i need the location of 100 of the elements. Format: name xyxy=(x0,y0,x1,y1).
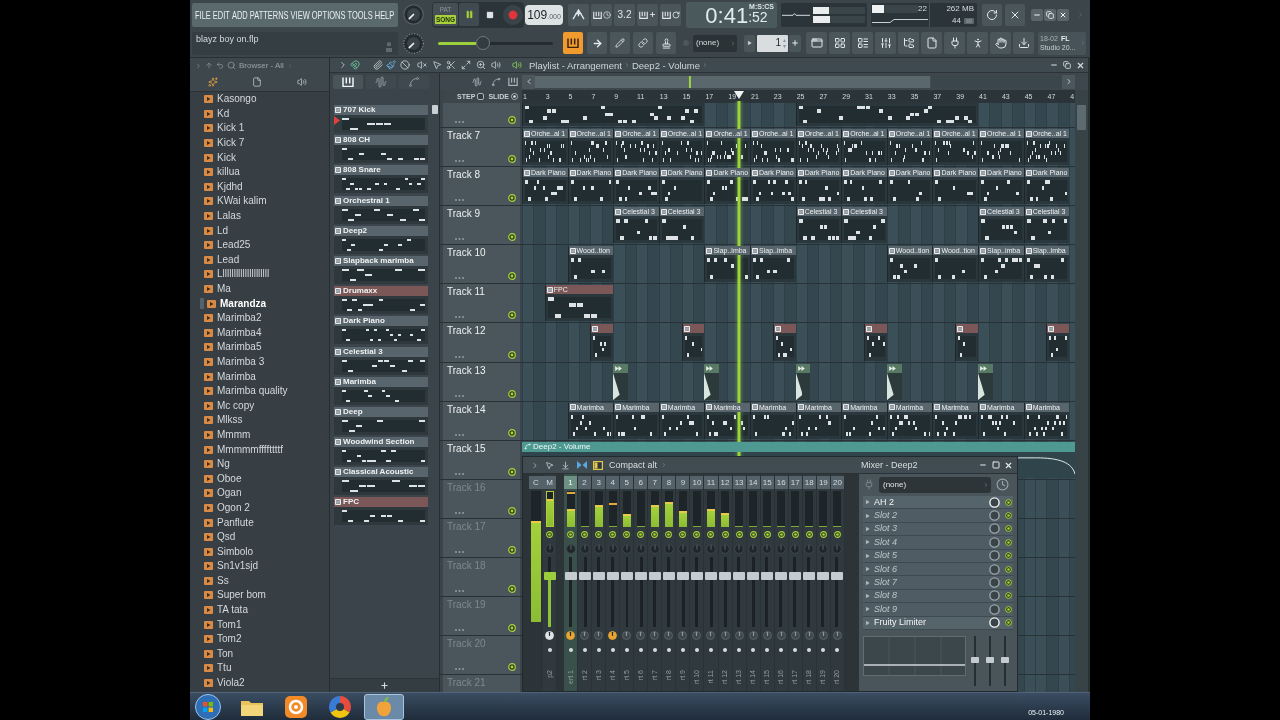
fader-thumb[interactable] xyxy=(803,571,816,580)
track-toggle[interactable] xyxy=(508,428,516,437)
speaker-icon[interactable] xyxy=(491,60,501,70)
browser-item[interactable]: Ng xyxy=(190,456,329,472)
pattern-item[interactable]: Orchestral 1 xyxy=(334,195,428,224)
browser-item[interactable]: Llllllllllllllllllllll xyxy=(190,267,329,282)
person-button[interactable] xyxy=(967,32,988,55)
send-knob[interactable] xyxy=(608,630,618,640)
slot-toggle[interactable] xyxy=(1005,605,1012,613)
pattern-clip[interactable] xyxy=(955,324,979,361)
track-header[interactable]: Track 12 xyxy=(443,323,520,362)
audio-clip[interactable] xyxy=(704,363,720,400)
sparkle-icon[interactable] xyxy=(208,77,218,87)
mute-toggle[interactable] xyxy=(651,530,659,538)
pitch-knob[interactable] xyxy=(403,4,424,26)
browser-item[interactable]: Lead25 xyxy=(190,237,329,253)
ban-icon[interactable] xyxy=(400,60,410,70)
list-button[interactable] xyxy=(852,32,873,55)
effect-slot[interactable]: Slot 4 xyxy=(863,536,1013,550)
slider-thumb[interactable] xyxy=(475,36,490,51)
track-header[interactable]: Track 7 xyxy=(443,128,520,167)
browser-item[interactable]: TA tata xyxy=(190,602,329,618)
close-button[interactable] xyxy=(1075,60,1085,70)
pattern-item[interactable]: Slapback marimba xyxy=(334,255,428,284)
track-toggle[interactable] xyxy=(508,389,516,398)
fader-thumb[interactable] xyxy=(705,571,717,580)
browser-item[interactable]: Marimba quality xyxy=(190,383,329,399)
browser-item[interactable]: Lalas xyxy=(190,208,329,224)
fader-thumb[interactable] xyxy=(690,571,703,580)
bowtie-icon[interactable] xyxy=(577,461,587,469)
slide-toggle[interactable] xyxy=(511,93,518,100)
fader-thumb[interactable] xyxy=(662,571,675,580)
slot-toggle[interactable] xyxy=(1005,579,1012,587)
fader-thumb[interactable] xyxy=(564,571,577,580)
window-button[interactable] xyxy=(806,32,827,55)
pointer-icon[interactable] xyxy=(432,60,442,70)
stamp-button[interactable] xyxy=(656,32,676,55)
browser-item[interactable]: Oboe xyxy=(190,471,329,487)
metronome-button[interactable] xyxy=(568,3,589,26)
browser-item[interactable]: Kasongo xyxy=(190,92,329,107)
pitch-knob[interactable] xyxy=(403,32,424,54)
sliders-button[interactable] xyxy=(875,32,896,55)
browser-item[interactable]: Kick xyxy=(190,150,329,165)
track-header[interactable]: Track 15 xyxy=(443,440,520,479)
fader-thumb[interactable] xyxy=(775,571,788,580)
track-header[interactable]: Track 13 xyxy=(443,362,520,401)
restore-button[interactable] xyxy=(1062,60,1072,70)
pattern-item[interactable]: Celestial 3 xyxy=(334,346,428,375)
arrow-to-line-icon[interactable] xyxy=(561,460,570,470)
audio-clip[interactable] xyxy=(613,363,628,400)
pattern-clip[interactable] xyxy=(590,324,614,361)
mix-ring-icon[interactable] xyxy=(989,550,1000,562)
pattern-item[interactable]: FPC xyxy=(334,497,428,526)
piano-keys-icon[interactable] xyxy=(508,77,518,86)
eq-fader-thumb[interactable] xyxy=(986,657,994,663)
pointer-icon[interactable] xyxy=(545,460,554,470)
pattern-clip[interactable] xyxy=(1046,324,1070,361)
mute-toggle[interactable] xyxy=(707,530,715,538)
mute-toggle[interactable] xyxy=(833,530,841,538)
spline-icon[interactable] xyxy=(491,76,501,87)
fader-thumb[interactable] xyxy=(648,571,661,580)
expand-arrows-icon[interactable] xyxy=(461,60,471,70)
scrollbar-thumb[interactable] xyxy=(432,105,438,114)
pattern-item[interactable]: Deep2 xyxy=(334,225,428,254)
browser-item[interactable]: Marimba2 xyxy=(190,310,329,326)
menu-item[interactable]: TOOLS xyxy=(347,7,373,22)
browser-item[interactable]: Panflute xyxy=(190,515,329,530)
play-button[interactable] xyxy=(459,3,479,27)
close-button[interactable] xyxy=(1057,8,1069,21)
browser-item[interactable]: Lead xyxy=(190,252,329,268)
waveform-icon[interactable] xyxy=(472,76,482,87)
send-knob[interactable] xyxy=(566,630,575,640)
mute-icon[interactable] xyxy=(417,60,427,70)
menu-item[interactable]: PATTERNS xyxy=(249,7,289,22)
chevron-icon[interactable] xyxy=(338,60,348,70)
browser-item[interactable]: Ld xyxy=(190,223,329,238)
mute-toggle[interactable] xyxy=(581,530,589,538)
pattern-item[interactable]: Deep xyxy=(334,406,428,435)
download-button[interactable] xyxy=(1013,32,1034,55)
restore-button[interactable] xyxy=(1044,8,1056,21)
scrollbar-thumb[interactable] xyxy=(1077,105,1086,130)
fader-thumb[interactable] xyxy=(761,571,774,580)
browser-item[interactable]: Sn1v1sjd xyxy=(190,559,329,574)
effect-slot[interactable]: AH 2 xyxy=(863,496,1013,510)
cross-button[interactable] xyxy=(1005,3,1025,26)
mute-toggle[interactable] xyxy=(749,530,757,538)
pattern-item[interactable]: Dark Piano xyxy=(334,316,428,345)
track-header[interactable]: Track 11 xyxy=(443,284,520,323)
countdown-button[interactable]: 3.2 xyxy=(614,3,635,26)
refresh-button[interactable] xyxy=(982,3,1002,26)
fader-thumb[interactable] xyxy=(620,571,633,580)
browser-item[interactable]: Kick 1 xyxy=(190,121,329,136)
fader-thumb[interactable] xyxy=(578,571,591,580)
track-toggle[interactable] xyxy=(508,194,516,203)
menu-item[interactable]: OPTIONS xyxy=(311,7,346,22)
mute-toggle[interactable] xyxy=(595,530,603,538)
browser-item[interactable]: Mlkss xyxy=(190,413,329,428)
browser-item[interactable]: killua xyxy=(190,164,329,180)
mix-ring-icon[interactable] xyxy=(989,523,1000,535)
fader-thumb[interactable] xyxy=(606,571,619,580)
